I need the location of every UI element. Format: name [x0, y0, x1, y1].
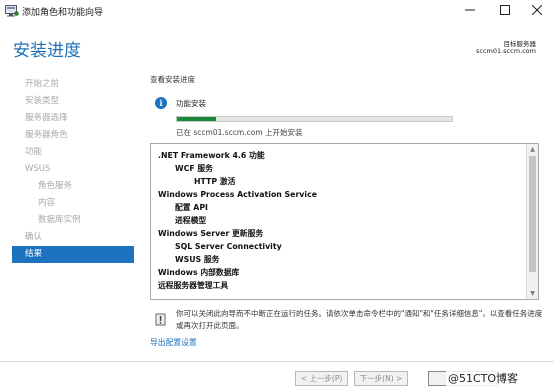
- nav-item-before-you-begin: 开始之前: [25, 79, 60, 89]
- nav-item-server-roles: 服务器角色: [25, 130, 68, 140]
- scroll-down-icon[interactable]: ▼: [527, 288, 538, 299]
- progress-fill: [177, 117, 216, 121]
- footer-divider: [0, 361, 554, 362]
- feature-item: 远程服务器管理工具: [158, 281, 229, 290]
- info-icon: i: [155, 97, 167, 109]
- feature-list-scrollbar[interactable]: ▲ ▼: [526, 144, 538, 299]
- close-icon[interactable]: [520, 0, 554, 20]
- feature-item: 进程模型: [175, 216, 207, 225]
- maximize-icon[interactable]: [488, 0, 522, 20]
- feature-item: WCF 服务: [175, 164, 213, 173]
- feature-item: Windows Process Activation Service: [158, 190, 317, 199]
- title-bar: 添加角色和功能向导: [0, 0, 554, 22]
- page-title: 安装进度: [13, 41, 81, 61]
- nav-item-wsus: WSUS: [25, 164, 51, 174]
- target-server-name: sccm01.sccm.com: [475, 47, 536, 55]
- scroll-thumb[interactable]: [529, 156, 536, 272]
- feature-item: .NET Framework 4.6 功能: [158, 151, 265, 160]
- nav-item-db-instance: 数据库实例: [38, 215, 81, 225]
- scroll-up-icon[interactable]: ▲: [527, 144, 538, 155]
- previous-button[interactable]: < 上一步(P): [295, 371, 348, 386]
- nav-item-role-services: 角色服务: [38, 181, 73, 191]
- feature-item: SQL Server Connectivity: [175, 242, 282, 251]
- nav-item-installation-type: 安装类型: [25, 96, 60, 106]
- nav-item-server-selection: 服务器选择: [25, 113, 68, 123]
- progress-label: 功能安装: [176, 99, 206, 108]
- notification-flag-icon: [155, 313, 166, 326]
- install-status: 已在 sccm01.sccm.com 上开始安装: [176, 128, 303, 137]
- export-config-link[interactable]: 导出配置设置: [150, 337, 197, 348]
- notification-note: 你可以关闭此向导而不中断正在运行的任务。请依次单击命令栏中的"通知"和"任务详细…: [176, 309, 543, 330]
- progress-bar: [176, 116, 453, 122]
- watermark: @51CTO博客: [446, 370, 521, 386]
- minimize-icon[interactable]: [453, 0, 487, 20]
- wizard-steps-nav: 开始之前 安装类型 服务器选择 服务器角色 功能 WSUS 角色服务 内容 数据…: [12, 76, 134, 263]
- window-title: 添加角色和功能向导: [22, 8, 104, 18]
- nav-item-content: 内容: [38, 198, 56, 208]
- next-button[interactable]: 下一步(N) >: [354, 371, 408, 386]
- feature-list: .NET Framework 4.6 功能 WCF 服务 HTTP 激活 Window…: [158, 149, 518, 292]
- feature-item: Windows Server 更新服务: [158, 229, 264, 238]
- feature-item: HTTP 激活: [194, 177, 236, 186]
- nav-item-confirmation: 确认: [25, 232, 43, 242]
- feature-item: WSUS 服务: [175, 255, 220, 264]
- feature-list-box[interactable]: .NET Framework 4.6 功能 WCF 服务 HTTP 激活 Window…: [150, 143, 539, 300]
- nav-item-results[interactable]: 结果: [12, 246, 134, 263]
- feature-item: Windows 内部数据库: [158, 268, 240, 277]
- nav-item-features: 功能: [25, 147, 43, 157]
- feature-item: 配置 API: [175, 203, 208, 212]
- section-title: 查看安装进度: [150, 75, 195, 84]
- server-manager-icon: [5, 5, 19, 17]
